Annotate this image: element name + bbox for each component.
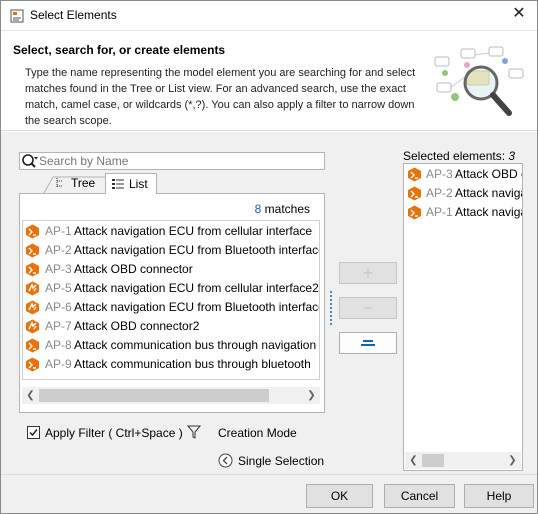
splitter-handle[interactable] xyxy=(330,291,332,327)
search-field[interactable] xyxy=(19,152,325,170)
add-button-label: + xyxy=(362,263,374,283)
close-icon[interactable]: ✕ xyxy=(510,5,528,23)
item-id: AP-1 xyxy=(45,224,72,238)
scroll-right-icon[interactable]: ❯ xyxy=(504,452,521,469)
item-id: AP-2 xyxy=(426,186,453,200)
scrollbar-thumb[interactable] xyxy=(39,389,269,402)
item-name: Attack navigation ECU from cellular inte… xyxy=(74,281,319,295)
selected-list-item[interactable]: AP-3 Attack OBD c xyxy=(406,165,523,184)
filter-icon[interactable] xyxy=(187,425,201,439)
scroll-left-icon[interactable]: ❮ xyxy=(405,452,422,469)
tab-list[interactable]: List xyxy=(105,173,157,194)
checkmark-icon xyxy=(29,429,38,437)
attack-pattern-icon xyxy=(26,224,39,239)
item-name: Attack naviga xyxy=(455,205,523,219)
attack-pattern-variant-icon xyxy=(26,281,39,296)
creation-mode-button[interactable]: Creation Mode xyxy=(218,426,297,440)
selected-list-item[interactable]: AP-2 Attack naviga xyxy=(406,184,523,203)
help-button[interactable]: Help xyxy=(464,484,534,508)
item-name: Attack OBD c xyxy=(455,167,523,181)
list-item[interactable]: AP-8 Attack communication bus through nav… xyxy=(24,336,319,355)
item-name: Attack naviga xyxy=(455,186,523,200)
list-item[interactable]: AP-9 Attack communication bus through blu… xyxy=(24,355,319,374)
item-id: AP-3 xyxy=(426,167,453,181)
tab-tree-label: Tree xyxy=(71,176,96,190)
tab-list-label: List xyxy=(129,177,148,191)
dialog-body: Tree List 8 matches AP-1Attack navigatio… xyxy=(1,132,537,474)
matches-suffix: matches xyxy=(261,202,310,216)
cancel-button[interactable]: Cancel xyxy=(384,484,455,508)
remove-button[interactable]: − xyxy=(339,297,397,319)
results-panel: 8 matches AP-1 Attack navigation ECU from… xyxy=(19,193,325,413)
attack-pattern-icon xyxy=(408,205,421,220)
checkbox-box[interactable] xyxy=(27,426,40,439)
attack-pattern-icon xyxy=(26,262,39,277)
list-item[interactable]: AP-3 Attack OBD connector xyxy=(24,260,319,279)
item-name: Attack OBD connector xyxy=(74,262,193,276)
tab-tree[interactable]: Tree xyxy=(39,173,105,195)
item-id: AP-5 xyxy=(45,281,72,295)
add-button[interactable]: + xyxy=(339,262,397,284)
attack-pattern-icon xyxy=(408,167,421,182)
item-name: Attack navigation ECU from Bluetooth int… xyxy=(74,243,320,257)
item-id: AP-1 xyxy=(426,205,453,219)
selected-elements-list[interactable]: AP-1 Attack naviga AP-2 Attack naviga AP-3 At… xyxy=(403,163,523,471)
remove-all-icon xyxy=(361,340,375,346)
list-icon xyxy=(112,179,124,189)
search-icon[interactable] xyxy=(21,153,39,169)
item-name: Attack navigation ECU from cellular inte… xyxy=(74,224,313,238)
selected-horizontal-scrollbar[interactable]: ❮ ❯ xyxy=(405,452,521,469)
item-name: Attack navigation ECU from Bluetooth int… xyxy=(74,300,320,314)
list-item[interactable]: AP-7 Attack OBD connector2 xyxy=(24,317,319,336)
item-id: AP-2 xyxy=(45,243,72,257)
apply-filter-label: Apply Filter ( Ctrl+Space ) xyxy=(45,426,183,440)
ok-button[interactable]: OK xyxy=(306,484,373,508)
selected-elements-title: Selected elements: 3 xyxy=(403,149,515,163)
attack-pattern-icon xyxy=(26,243,39,258)
item-id: AP-7 xyxy=(45,319,72,333)
dialog-footer: OK Cancel Help xyxy=(1,474,537,513)
single-selection-label: Single Selection xyxy=(238,454,325,468)
window-title: Select Elements xyxy=(30,8,117,22)
item-id: AP-3 xyxy=(45,262,72,276)
matches-count: 8 matches xyxy=(255,202,310,216)
chevron-left-circle-icon xyxy=(218,453,233,468)
dialog-header: Select, search for, or create elements T… xyxy=(1,31,537,131)
header-description: Type the name representing the model ele… xyxy=(25,67,416,127)
attack-pattern-icon xyxy=(408,186,421,201)
list-item[interactable]: AP-2 Attack navigation ECU from Bluetooth… xyxy=(24,241,320,260)
item-name: Attack communication bus through bluetoo… xyxy=(74,357,311,371)
selected-title-label: Selected elements: xyxy=(403,149,509,163)
scroll-right-icon[interactable]: ❯ xyxy=(303,387,320,404)
search-input[interactable] xyxy=(39,154,319,168)
list-item[interactable]: AP-1 Attack navigation ECU from cellular … xyxy=(24,222,319,241)
scroll-left-icon[interactable]: ❮ xyxy=(22,387,39,404)
tree-icon xyxy=(56,178,63,188)
attack-pattern-variant-icon xyxy=(26,300,39,315)
search-illustration-icon xyxy=(434,46,524,116)
selected-count: 3 xyxy=(508,149,516,163)
header-title: Select, search for, or create elements xyxy=(13,43,226,57)
item-id: AP-6 xyxy=(45,300,72,314)
attack-pattern-variant-icon xyxy=(26,319,39,334)
item-name: Attack communication bus through navigat… xyxy=(74,338,317,352)
title-bar: Select Elements ✕ xyxy=(0,0,538,31)
attack-pattern-icon xyxy=(26,357,39,372)
remove-all-button[interactable] xyxy=(339,332,397,354)
selected-list-item[interactable]: AP-1 Attack naviga xyxy=(406,203,523,222)
item-id: AP-9 xyxy=(45,357,72,371)
app-icon xyxy=(10,9,24,23)
remove-button-label: − xyxy=(362,298,374,318)
scrollbar-thumb[interactable] xyxy=(422,454,444,467)
attack-pattern-icon xyxy=(26,338,39,353)
list-item[interactable]: AP-5 Attack navigation ECU from cellular … xyxy=(24,279,319,298)
item-id: AP-8 xyxy=(45,338,72,352)
results-list[interactable]: AP-1 Attack navigation ECU from cellular … xyxy=(22,220,320,380)
item-name: Attack OBD connector2 xyxy=(74,319,200,333)
results-horizontal-scrollbar[interactable]: ❮ ❯ xyxy=(22,387,320,404)
list-item[interactable]: AP-6 Attack navigation ECU from Bluetooth… xyxy=(24,298,320,317)
